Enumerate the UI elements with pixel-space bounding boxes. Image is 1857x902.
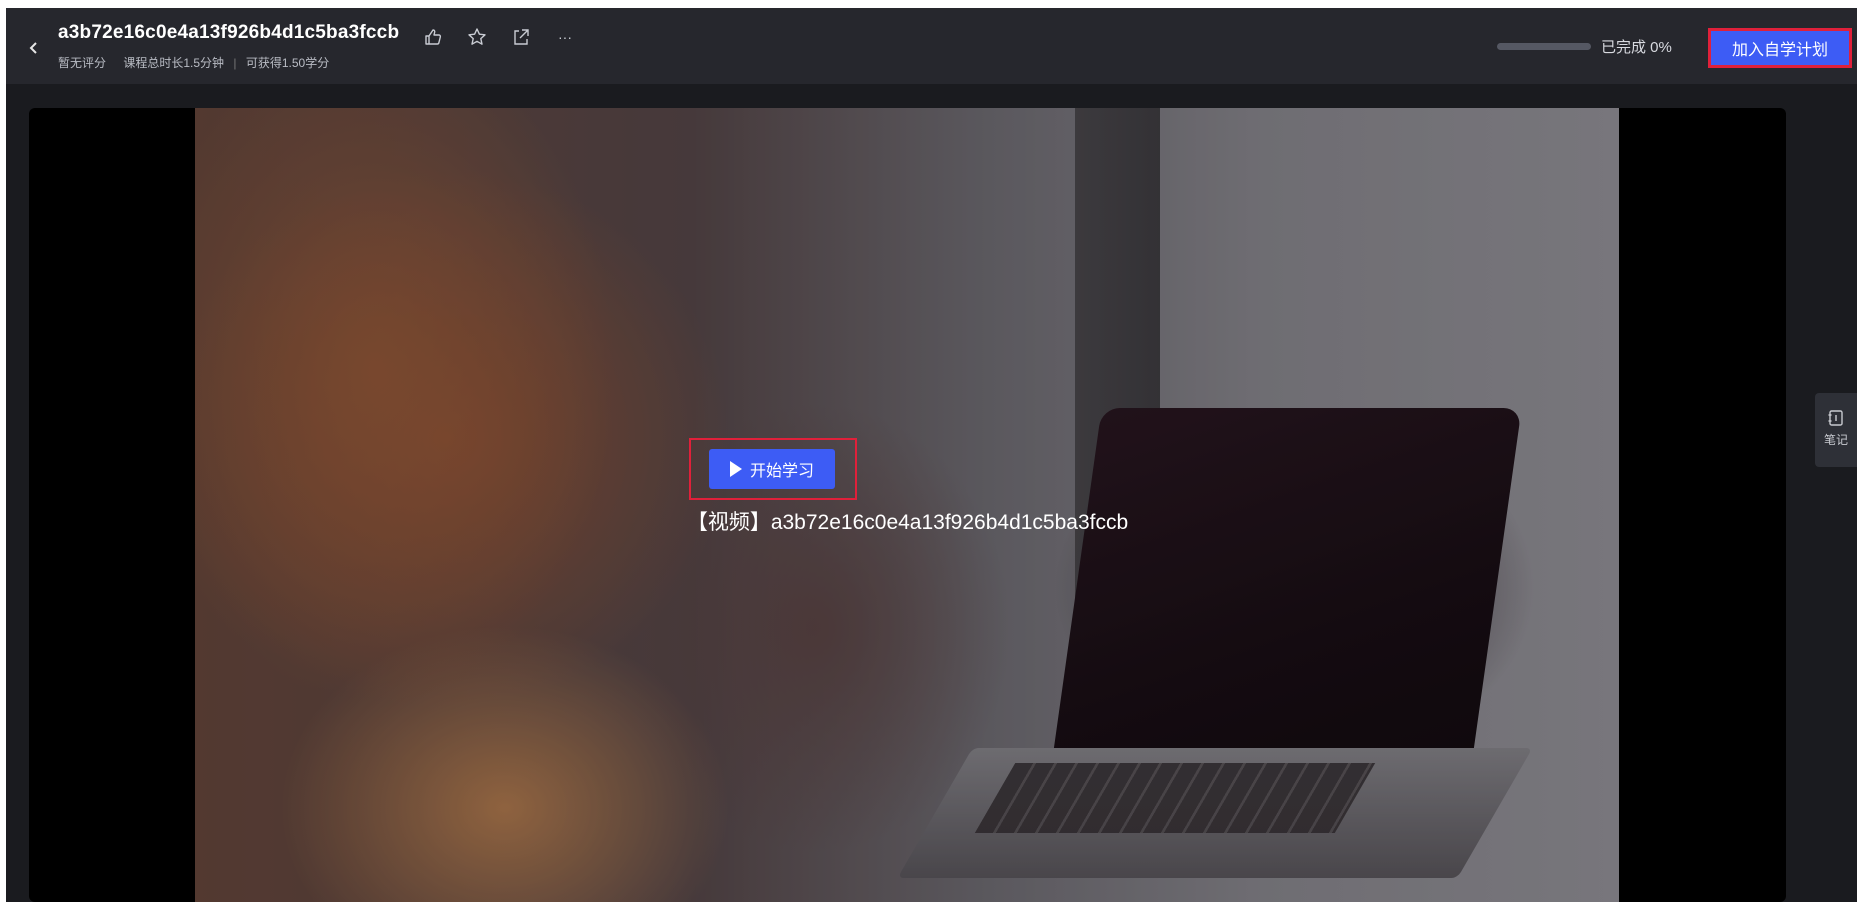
play-icon <box>729 461 742 477</box>
course-progress: 已完成 0% <box>1497 36 1672 57</box>
back-button[interactable] <box>24 36 44 60</box>
course-title: a3b72e16c0e4a13f926b4d1c5ba3fccb <box>58 22 400 43</box>
notes-tab[interactable]: 笔记 <box>1815 393 1857 467</box>
thumbs-up-icon <box>425 29 442 45</box>
share-icon <box>514 29 529 45</box>
chevron-left-icon <box>29 42 37 54</box>
start-learning-label: 开始学习 <box>749 463 814 480</box>
meta-separator: | <box>233 56 237 70</box>
more-button[interactable]: ··· <box>554 26 576 48</box>
video-cover-image <box>195 108 1619 902</box>
progress-bar <box>1497 43 1591 50</box>
like-button[interactable] <box>422 26 444 48</box>
join-plan-button[interactable]: 加入自学计划 <box>1708 28 1852 68</box>
notes-label: 笔记 <box>1823 433 1848 447</box>
more-icon: ··· <box>558 29 572 45</box>
notebook-icon <box>1828 410 1843 426</box>
share-button[interactable] <box>510 26 532 48</box>
credits-text: 可获得1.50学分 <box>245 56 330 70</box>
start-learning-button[interactable]: 开始学习 <box>709 449 835 489</box>
course-meta: 暂无评分 课程总时长1.5分钟 | 可获得1.50学分 <box>58 54 399 71</box>
progress-text: 已完成 0% <box>1601 39 1672 56</box>
rating-text: 暂无评分 <box>58 56 107 70</box>
cover-overlay <box>195 108 1619 902</box>
favorite-button[interactable] <box>466 26 488 48</box>
star-icon <box>468 28 486 45</box>
video-title: 【视频】a3b72e16c0e4a13f926b4d1c5ba3fccb <box>686 511 1129 534</box>
course-header: a3b72e16c0e4a13f926b4d1c5ba3fccb 暂无评分 课程… <box>6 8 1857 84</box>
course-title-block: a3b72e16c0e4a13f926b4d1c5ba3fccb 暂无评分 课程… <box>58 22 399 71</box>
video-player[interactable]: 【视频】a3b72e16c0e4a13f926b4d1c5ba3fccb 开始学… <box>29 108 1786 902</box>
course-actions: ··· <box>422 26 576 48</box>
course-player-app: a3b72e16c0e4a13f926b4d1c5ba3fccb 暂无评分 课程… <box>6 8 1857 902</box>
duration-text: 课程总时长1.5分钟 <box>123 56 225 70</box>
